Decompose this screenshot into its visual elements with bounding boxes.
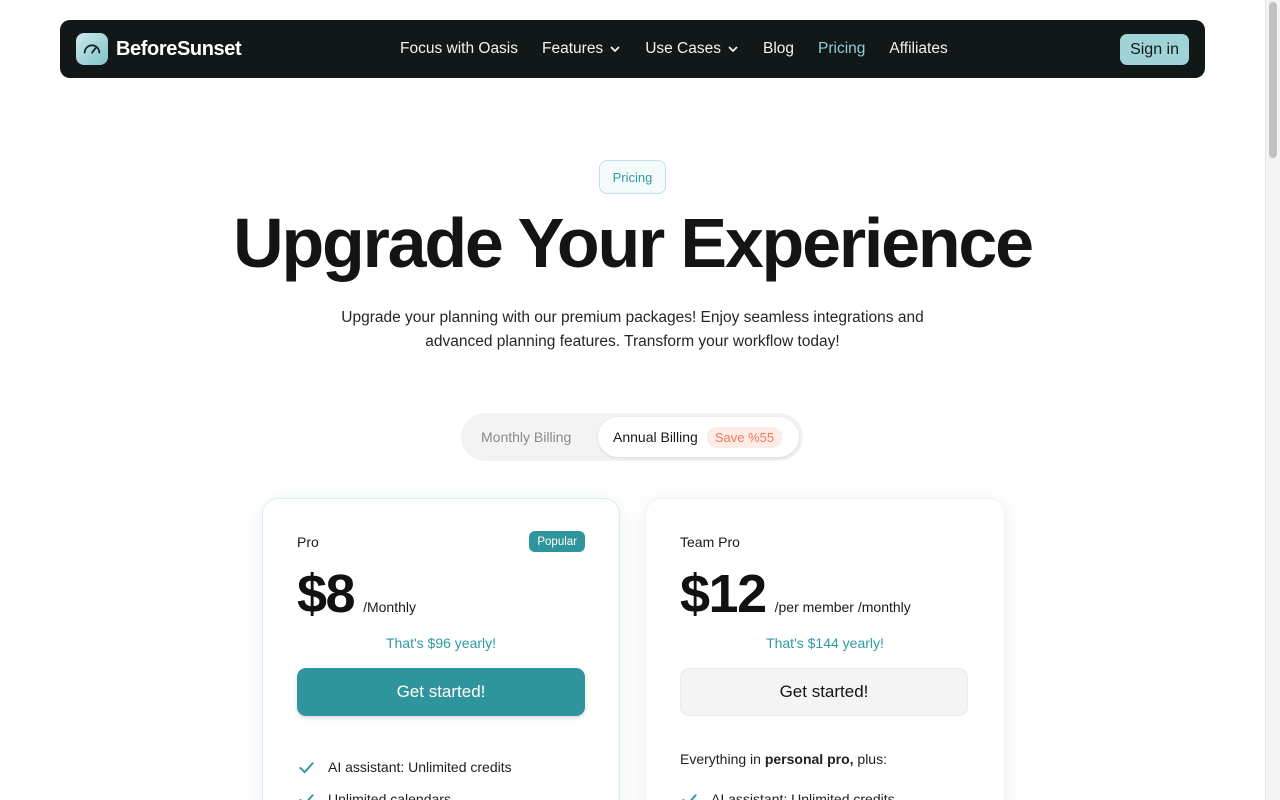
chevron-down-icon — [610, 46, 620, 52]
check-icon — [299, 761, 314, 773]
plan-price: $8 — [297, 564, 356, 624]
nav-pricing[interactable]: Pricing — [818, 40, 865, 58]
feature-list: AI assistant: Unlimited credits — [680, 783, 895, 800]
brand-name: BeforeSunset — [116, 37, 242, 60]
chevron-down-icon — [728, 46, 738, 52]
feature-label: AI assistant: Unlimited credits — [711, 791, 895, 800]
billing-toggle: Monthly Billing Annual Billing Save %55 — [461, 413, 803, 461]
nav-label: Affiliates — [889, 40, 948, 57]
nav-affiliates[interactable]: Affiliates — [889, 40, 947, 58]
check-icon — [299, 793, 314, 800]
intro-prefix: Everything in — [680, 751, 765, 767]
feature-item: AI assistant: Unlimited credits — [297, 751, 512, 783]
scrollbar-thumb[interactable] — [1269, 2, 1277, 158]
feature-item: Unlimited calendars — [297, 783, 512, 800]
nav-label: Features — [542, 40, 604, 57]
nav-links: Focus with Oasis Features Use Cases Blog… — [400, 20, 948, 78]
nav-label: Focus with Oasis — [400, 40, 519, 57]
feature-label: AI assistant: Unlimited credits — [328, 759, 512, 775]
pricing-badge: Pricing — [599, 160, 666, 194]
annual-billing-option[interactable]: Annual Billing Save %55 — [598, 417, 799, 457]
popular-badge: Popular — [529, 531, 585, 552]
intro-suffix: plus: — [853, 751, 887, 767]
annual-billing-label: Annual Billing — [613, 429, 698, 445]
plan-period: /Monthly — [363, 599, 416, 615]
navbar: BeforeSunset Focus with Oasis Features U… — [60, 20, 1205, 78]
plan-name: Pro — [297, 534, 319, 550]
yearly-price-note: That's $96 yearly! — [385, 635, 497, 651]
get-started-button[interactable]: Get started! — [680, 668, 968, 716]
feature-item: AI assistant: Unlimited credits — [680, 783, 895, 800]
plan-card-pro: Pro Popular $8 /Monthly That's $96 yearl… — [262, 498, 620, 800]
nav-features[interactable]: Features — [542, 40, 621, 58]
price-row: $12 /per member /monthly — [680, 563, 911, 625]
plan-price: $12 — [680, 564, 767, 624]
page-subtitle: Upgrade your planning with our premium p… — [341, 309, 924, 350]
nav-label: Use Cases — [645, 40, 721, 57]
intro-bold: personal pro, — [764, 751, 854, 767]
nav-label: Blog — [763, 40, 795, 57]
sign-in-button[interactable]: Sign in — [1120, 34, 1189, 65]
plan-name: Team Pro — [680, 534, 740, 550]
save-badge: Save %55 — [706, 426, 783, 448]
plan-intro: Everything in personal pro, plus: — [680, 751, 887, 767]
price-row: $8 /Monthly — [297, 563, 416, 625]
nav-blog[interactable]: Blog — [763, 40, 794, 58]
get-started-button[interactable]: Get started! — [297, 668, 585, 716]
plan-period: /per member /monthly — [774, 599, 911, 615]
check-icon — [682, 793, 697, 800]
page-scrollbar[interactable] — [1265, 0, 1280, 800]
feature-label: Unlimited calendars — [328, 791, 451, 800]
logo-speedometer-icon — [76, 33, 108, 65]
brand[interactable]: BeforeSunset — [76, 33, 242, 65]
monthly-billing-option[interactable]: Monthly Billing — [481, 413, 571, 461]
nav-label: Pricing — [818, 40, 866, 57]
nav-focus-with-oasis[interactable]: Focus with Oasis — [400, 40, 518, 58]
plan-card-team-pro: Team Pro $12 /per member /monthly That's… — [645, 498, 1005, 800]
feature-list: AI assistant: Unlimited credits Unlimite… — [297, 751, 512, 800]
page-title: Upgrade Your Experience — [233, 204, 1034, 282]
yearly-price-note: That's $144 yearly! — [766, 635, 884, 651]
nav-use-cases[interactable]: Use Cases — [645, 40, 739, 58]
